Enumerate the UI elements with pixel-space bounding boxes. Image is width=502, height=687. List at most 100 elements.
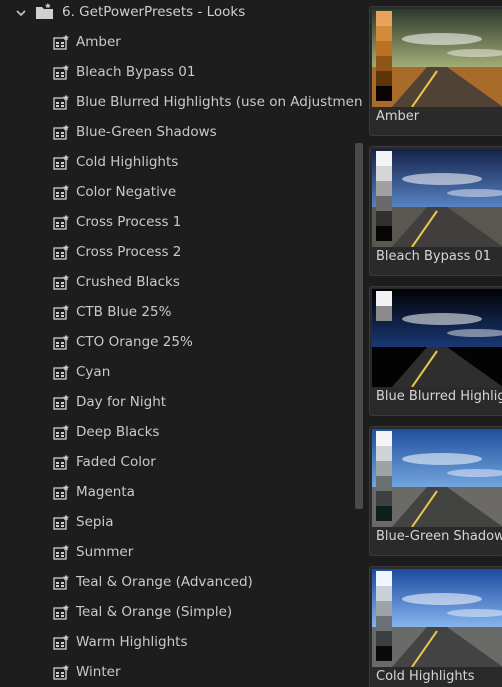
preset-label: Cross Process 2 xyxy=(76,244,182,260)
thumbnail-image xyxy=(372,429,502,527)
folder-label: 6. GetPowerPresets - Looks xyxy=(62,4,246,20)
preset-icon xyxy=(53,154,70,170)
preset-icon xyxy=(53,454,70,470)
preset-label: Bleach Bypass 01 xyxy=(76,64,196,80)
preset-icon xyxy=(53,514,70,530)
preset-item[interactable]: Blue Blurred Highlights (use on Adjustme… xyxy=(0,88,362,118)
color-swatch xyxy=(376,226,392,241)
preset-thumbnail[interactable]: Blue Blurred Highlig xyxy=(369,286,502,416)
preset-thumbnail[interactable]: Amber xyxy=(369,6,502,136)
color-swatch xyxy=(376,166,392,181)
preset-label: Blue-Green Shadows xyxy=(76,124,217,140)
preset-label: Cyan xyxy=(76,364,111,380)
color-swatch xyxy=(376,631,392,646)
preset-label: Sepia xyxy=(76,514,114,530)
preset-label: Crushed Blacks xyxy=(76,274,180,290)
color-swatch xyxy=(376,181,392,196)
preset-icon xyxy=(53,424,70,440)
preset-label: Faded Color xyxy=(76,454,156,470)
thumbnail-panel: Amber Bleach Bypass 01 Blue Blurred Highli… xyxy=(369,0,502,687)
thumbnail-caption: Amber xyxy=(376,109,420,124)
preset-icon xyxy=(53,574,70,590)
color-swatch xyxy=(376,586,392,601)
color-swatch xyxy=(376,506,392,521)
preset-icon xyxy=(53,214,70,230)
preset-item[interactable]: Teal & Orange (Simple) xyxy=(0,598,356,628)
color-swatch xyxy=(376,196,392,211)
color-swatch xyxy=(376,211,392,226)
preset-item[interactable]: Teal & Orange (Advanced) xyxy=(0,568,356,598)
color-swatch xyxy=(376,86,392,101)
thumbnail-image xyxy=(372,149,502,247)
thumbnail-image xyxy=(372,9,502,107)
thumbnail-caption: Bleach Bypass 01 xyxy=(376,249,492,264)
color-swatch xyxy=(376,71,392,86)
thumbnail-caption: Blue Blurred Highlig xyxy=(376,389,502,404)
preset-icon xyxy=(53,304,70,320)
color-swatch-strip xyxy=(376,431,392,521)
preset-icon xyxy=(53,634,70,650)
preset-icon xyxy=(53,604,70,620)
preset-item[interactable]: Magenta xyxy=(0,478,356,508)
preset-label: Amber xyxy=(76,34,121,50)
preset-item[interactable]: Cyan xyxy=(0,358,356,388)
preset-thumbnail[interactable]: Bleach Bypass 01 xyxy=(369,146,502,276)
preset-icon xyxy=(53,94,70,110)
preset-item[interactable]: Cross Process 1 xyxy=(0,208,356,238)
thumbnail-caption: Cold Highlights xyxy=(376,669,475,684)
preset-icon xyxy=(53,484,70,500)
preset-label: Cold Highlights xyxy=(76,154,179,170)
preset-icon xyxy=(53,364,70,380)
preset-item[interactable]: Crushed Blacks xyxy=(0,268,356,298)
preset-item[interactable]: Amber xyxy=(0,28,356,58)
preset-icon xyxy=(53,274,70,290)
color-swatch xyxy=(376,306,392,321)
preset-item[interactable]: Day for Night xyxy=(0,388,356,418)
preset-icon xyxy=(53,544,70,560)
color-swatch xyxy=(376,446,392,461)
preset-icon xyxy=(53,34,70,50)
preset-icon xyxy=(53,64,70,80)
color-swatch-strip xyxy=(376,571,392,661)
preset-item[interactable]: Faded Color xyxy=(0,448,356,478)
color-swatch-strip xyxy=(376,11,392,101)
chevron-down-icon[interactable] xyxy=(14,6,28,20)
color-swatch xyxy=(376,56,392,71)
preset-icon xyxy=(53,664,70,680)
preset-label: CTB Blue 25% xyxy=(76,304,172,320)
preset-item[interactable]: Color Negative xyxy=(0,178,356,208)
preset-label: Teal & Orange (Simple) xyxy=(76,604,233,620)
color-swatch xyxy=(376,11,392,26)
color-swatch-strip xyxy=(376,291,392,321)
preset-thumbnail[interactable]: Blue-Green Shadow xyxy=(369,426,502,556)
list-scrollbar[interactable] xyxy=(355,143,363,509)
color-swatch-strip xyxy=(376,151,392,241)
preset-item[interactable]: CTB Blue 25% xyxy=(0,298,356,328)
preset-item[interactable]: Sepia xyxy=(0,508,356,538)
preset-item[interactable]: Summer xyxy=(0,538,356,568)
preset-label: Blue Blurred Highlights (use on Adjustme… xyxy=(76,94,362,110)
preset-label: Color Negative xyxy=(76,184,177,200)
color-swatch xyxy=(376,646,392,661)
preset-item[interactable]: Deep Blacks xyxy=(0,418,356,448)
preset-item[interactable]: Cross Process 2 xyxy=(0,238,356,268)
preset-item[interactable]: Cold Highlights xyxy=(0,148,356,178)
preset-item[interactable]: Warm Highlights xyxy=(0,628,356,658)
preset-icon xyxy=(53,244,70,260)
folder-row[interactable]: 6. GetPowerPresets - Looks xyxy=(0,0,362,28)
preset-label: Cross Process 1 xyxy=(76,214,182,230)
preset-list: 6. GetPowerPresets - Looks Amber Bleach B… xyxy=(0,0,362,687)
color-swatch xyxy=(376,151,392,166)
preset-item[interactable]: Bleach Bypass 01 xyxy=(0,58,356,88)
color-swatch xyxy=(376,476,392,491)
preset-item[interactable]: CTO Orange 25% xyxy=(0,328,356,358)
preset-item[interactable]: Blue-Green Shadows xyxy=(0,118,356,148)
preset-item[interactable]: Winter xyxy=(0,658,356,687)
preset-label: Day for Night xyxy=(76,394,167,410)
color-swatch xyxy=(376,26,392,41)
preset-label: Summer xyxy=(76,544,134,560)
preset-thumbnail[interactable]: Cold Highlights xyxy=(369,566,502,687)
color-swatch xyxy=(376,571,392,586)
preset-icon xyxy=(53,184,70,200)
preset-label: Warm Highlights xyxy=(76,634,188,650)
